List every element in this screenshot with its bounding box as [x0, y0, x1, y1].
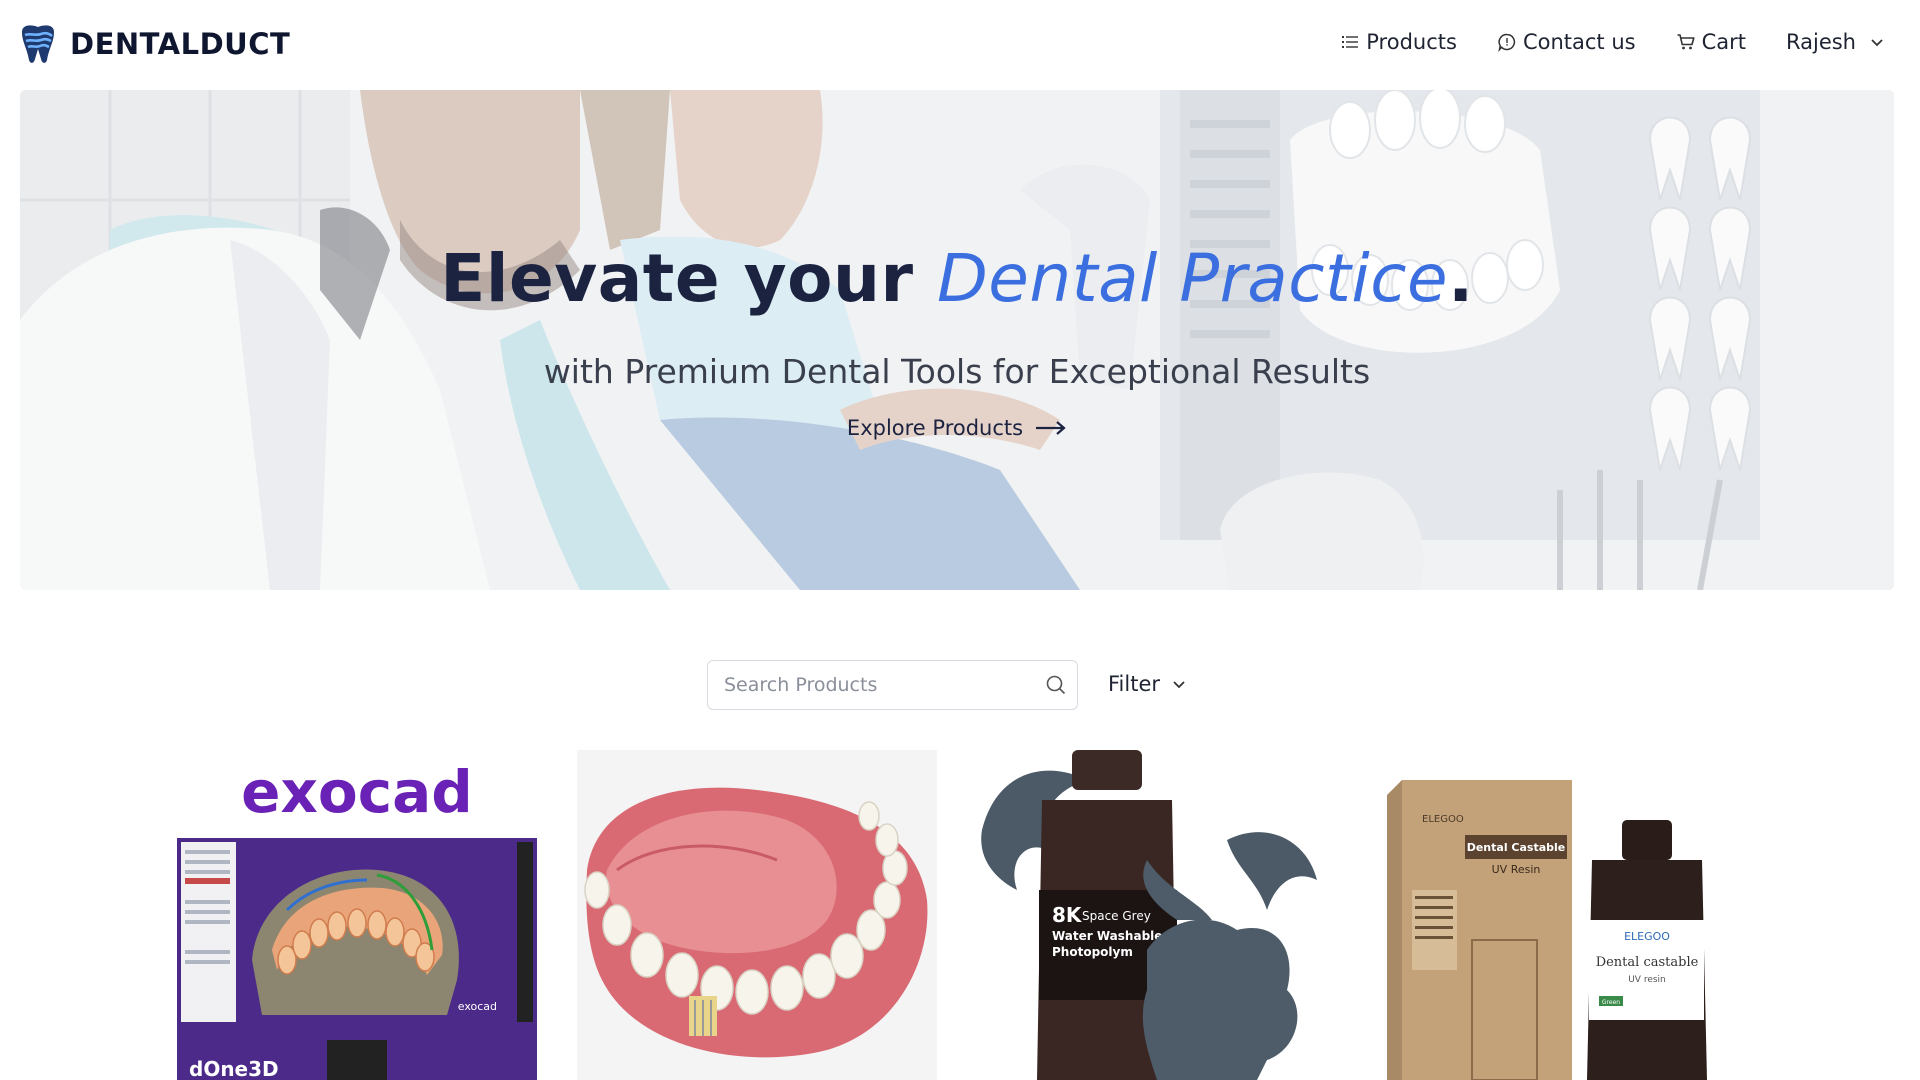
chevron-down-icon [1173, 681, 1185, 689]
bottle-sub-text: UV resin [1628, 975, 1666, 985]
cart-icon [1677, 34, 1695, 50]
nav-products[interactable]: Products [1340, 30, 1457, 54]
resin-badge-line2: Water Washable [1052, 929, 1162, 943]
filter-dropdown[interactable]: Filter [1108, 672, 1188, 696]
brand-logo[interactable]: DENTALDUCT [16, 22, 290, 66]
product-image-implant-model [577, 750, 937, 1080]
search-input[interactable] [708, 661, 1028, 709]
product-card-implant-model[interactable] [577, 750, 937, 1080]
search-icon[interactable] [1045, 674, 1067, 696]
hero-title-main: Elevate your [440, 240, 937, 317]
top-navigation-bar: DENTALDUCT Products Contact us Cart Raje… [0, 0, 1920, 90]
box-brand-text: ELEGOO [1422, 814, 1464, 825]
explore-products-label: Explore Products [846, 416, 1024, 440]
product-card-exocad[interactable]: exocad exocad dOne3D [177, 750, 537, 1080]
hero-content: Elevate your Dental Practice. with Premi… [20, 90, 1894, 590]
product-image-dental-castable: ELEGOO Dental Castable UV Resin ELEGOO D… [1377, 750, 1737, 1080]
box-title-text: Dental Castable [1467, 841, 1566, 854]
hero-title-period: . [1448, 240, 1474, 317]
product-card-8k-resin[interactable]: 8K Space Grey Water Washable Photopolym [977, 750, 1337, 1080]
product-image-8k-resin: 8K Space Grey Water Washable Photopolym [977, 750, 1337, 1080]
exocad-screen-text: exocad [458, 1000, 497, 1013]
hero-banner: Elevate your Dental Practice. with Premi… [20, 90, 1894, 590]
list-icon [1342, 36, 1359, 48]
hero-subtitle: with Premium Dental Tools for Exceptiona… [543, 352, 1371, 391]
resin-badge-line1: Space Grey [1082, 909, 1151, 923]
bottle-brand-text: ELEGOO [1624, 930, 1670, 943]
main-nav: Products Contact us Cart Rajesh [1340, 30, 1886, 54]
nav-products-label: Products [1366, 30, 1457, 54]
brand-name: DENTALDUCT [70, 27, 291, 61]
hero-title-accent: Dental Practice [936, 240, 1449, 317]
chat-bubble-icon [1498, 33, 1516, 52]
resin-badge-8k: 8K [1052, 903, 1083, 927]
product-image-exocad: exocad exocad dOne3D [177, 750, 537, 1080]
nav-cart[interactable]: Cart [1676, 30, 1746, 54]
user-name: Rajesh [1785, 30, 1856, 54]
explore-products-link[interactable]: Explore Products [20, 416, 1894, 440]
exocad-brand-text: exocad [241, 758, 473, 826]
bottle-title-text: Dental castable [1596, 955, 1699, 970]
product-card-dental-castable[interactable]: ELEGOO Dental Castable UV Resin ELEGOO D… [1377, 750, 1737, 1080]
hero-title: Elevate your Dental Practice. [20, 240, 1894, 317]
box-sub-text: UV Resin [1492, 863, 1541, 876]
nav-contact[interactable]: Contact us [1497, 30, 1636, 54]
nav-contact-label: Contact us [1522, 30, 1636, 54]
user-menu[interactable]: Rajesh [1786, 30, 1886, 54]
search-box [707, 660, 1078, 710]
filter-label: Filter [1108, 672, 1161, 696]
done3d-text: dOne3D [189, 1057, 279, 1080]
nav-cart-label: Cart [1701, 30, 1746, 54]
chevron-down-icon [1871, 39, 1883, 47]
resin-badge-line3: Photopolym [1052, 945, 1133, 959]
tooth-logo-icon [22, 25, 54, 63]
product-grid: exocad exocad dOne3D 8K Space Grey Water… [177, 750, 1737, 1080]
arrow-right-icon [1036, 421, 1066, 435]
bottle-tag-text: Green [1602, 999, 1620, 1006]
